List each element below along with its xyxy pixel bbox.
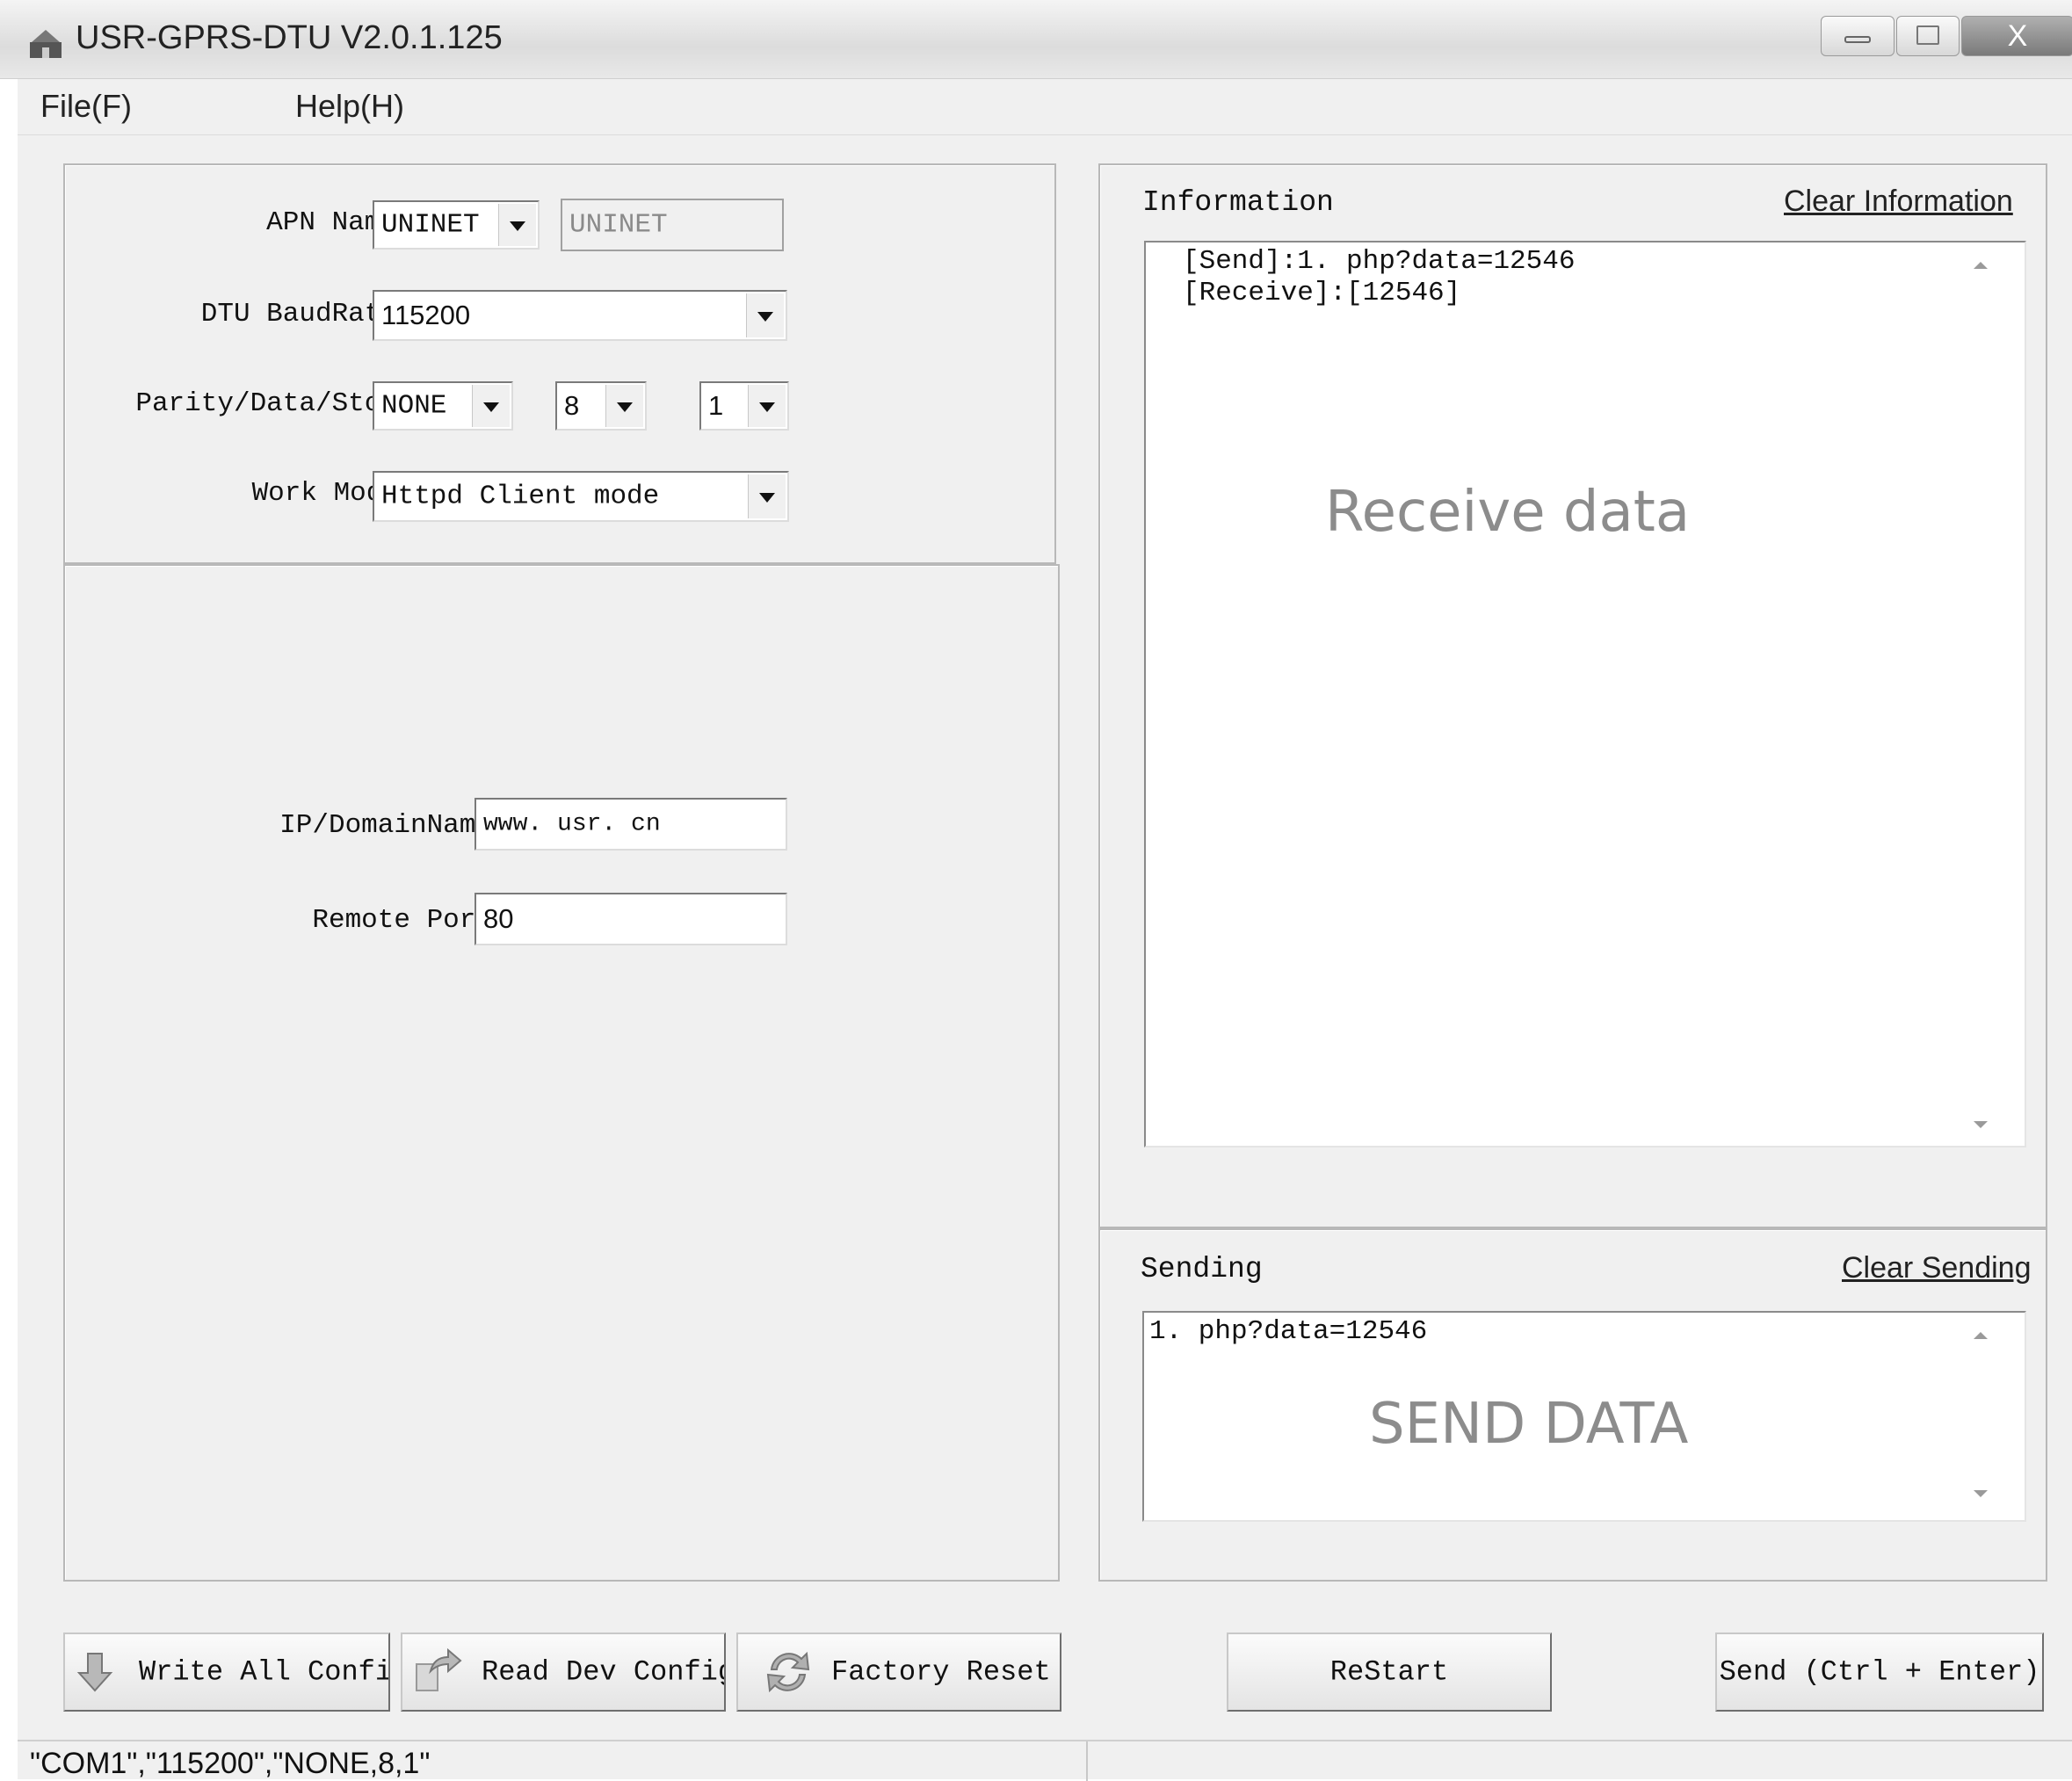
- remote-port-label: Remote Port: [312, 905, 492, 936]
- restart-label: ReStart: [1329, 1655, 1449, 1689]
- clear-sending-link[interactable]: Clear Sending: [1842, 1251, 2031, 1285]
- sending-panel: Sending Clear Sending 1. php?data=12546 …: [1098, 1228, 2047, 1582]
- restart-button[interactable]: ReStart: [1227, 1633, 1552, 1712]
- read-dev-config-button[interactable]: Read Dev Config: [401, 1633, 726, 1712]
- download-arrow-icon: [76, 1647, 127, 1698]
- receive-data-watermark: Receive data: [1325, 480, 1691, 545]
- send-button[interactable]: Send (Ctrl + Enter): [1715, 1633, 2044, 1712]
- data-bits-select[interactable]: 8: [555, 381, 647, 431]
- baud-rate-label: DTU BaudRate: [200, 299, 397, 329]
- clear-information-link[interactable]: Clear Information: [1784, 185, 2013, 219]
- chevron-down-icon[interactable]: [746, 293, 784, 337]
- write-all-config-button[interactable]: Write All Config: [63, 1633, 390, 1712]
- scroll-down-icon[interactable]: [1974, 1490, 1988, 1497]
- chevron-down-icon[interactable]: [472, 385, 510, 427]
- send-data-watermark: SEND DATA: [1369, 1392, 1689, 1457]
- write-all-config-label: Write All Config: [139, 1655, 390, 1689]
- app-icon: [26, 26, 65, 62]
- sending-textarea[interactable]: 1. php?data=12546 SEND DATA: [1142, 1311, 2026, 1522]
- information-panel: Information Clear Information [Send]:1. …: [1098, 163, 2047, 1228]
- information-header: Information: [1142, 186, 1334, 219]
- info-line-receive: [Receive]:[12546]: [1183, 278, 1461, 308]
- scroll-up-icon[interactable]: [1974, 1332, 1988, 1339]
- work-mode-select[interactable]: Httpd Client mode: [373, 471, 789, 522]
- scroll-down-icon[interactable]: [1974, 1121, 1988, 1128]
- send-label: Send (Ctrl + Enter): [1719, 1655, 2040, 1689]
- sending-text: 1. php?data=12546: [1149, 1316, 1428, 1347]
- stop-bits-select[interactable]: 1: [699, 381, 789, 431]
- menu-bar: File(F) Help(H): [18, 81, 2072, 135]
- status-bar: "COM1","115200","NONE,8,1": [18, 1740, 2072, 1781]
- menu-help[interactable]: Help(H): [295, 88, 404, 125]
- factory-reset-label: Factory Reset: [831, 1655, 1051, 1689]
- data-bits-value: 8: [564, 390, 580, 421]
- parity-select[interactable]: NONE: [373, 381, 513, 431]
- status-text: "COM1","115200","NONE,8,1": [30, 1747, 431, 1780]
- minimize-button[interactable]: [1821, 16, 1895, 56]
- remote-port-input[interactable]: 80: [475, 893, 787, 945]
- forward-arrow-icon: [413, 1647, 464, 1698]
- close-button[interactable]: X: [1961, 16, 2072, 56]
- sending-header: Sending: [1141, 1253, 1263, 1285]
- baud-rate-select[interactable]: 115200: [373, 290, 787, 341]
- ip-domain-value: www. usr. cn: [483, 810, 661, 838]
- ip-domain-label: IP/DomainName: [279, 810, 492, 841]
- apn-text-field: UNINET: [561, 199, 784, 251]
- apn-text-value: UNINET: [569, 209, 668, 241]
- status-divider: [1086, 1741, 1088, 1781]
- menu-file[interactable]: File(F): [40, 88, 132, 125]
- apn-select-value: UNINET: [381, 209, 480, 241]
- chevron-down-icon[interactable]: [748, 385, 786, 427]
- title-bar: USR-GPRS-DTU V2.0.1.125 X: [0, 0, 2072, 79]
- ip-domain-input[interactable]: www. usr. cn: [475, 798, 787, 851]
- parity-data-stop-label: Parity/Data/Stop: [135, 388, 397, 419]
- chevron-down-icon[interactable]: [748, 474, 786, 518]
- apn-select[interactable]: UNINET: [373, 200, 540, 250]
- window-left-edge: [0, 79, 18, 1779]
- info-line-send: [Send]:1. php?data=12546: [1183, 246, 1576, 277]
- stop-bits-value: 1: [708, 390, 724, 421]
- factory-reset-button[interactable]: Factory Reset: [736, 1633, 1061, 1712]
- serial-config-panel: APN Name UNINET UNINET DTU BaudRate 1152…: [63, 163, 1056, 564]
- baud-rate-value: 115200: [381, 300, 471, 330]
- scroll-up-icon[interactable]: [1974, 262, 1988, 269]
- chevron-down-icon[interactable]: [498, 204, 536, 246]
- parity-value: NONE: [381, 390, 447, 422]
- close-icon: X: [2007, 19, 2028, 53]
- refresh-icon: [763, 1647, 814, 1698]
- information-textarea[interactable]: [Send]:1. php?data=12546 [Receive]:[1254…: [1144, 241, 2026, 1148]
- window-controls: X: [1821, 16, 2072, 58]
- window-title: USR-GPRS-DTU V2.0.1.125: [76, 19, 503, 56]
- network-config-panel: IP/DomainName www. usr. cn Remote Port 8…: [63, 564, 1060, 1582]
- maximize-button[interactable]: [1896, 16, 1960, 56]
- work-mode-value: Httpd Client mode: [381, 481, 660, 512]
- remote-port-value: 80: [483, 903, 514, 934]
- read-dev-config-label: Read Dev Config: [482, 1655, 726, 1689]
- chevron-down-icon[interactable]: [605, 385, 643, 427]
